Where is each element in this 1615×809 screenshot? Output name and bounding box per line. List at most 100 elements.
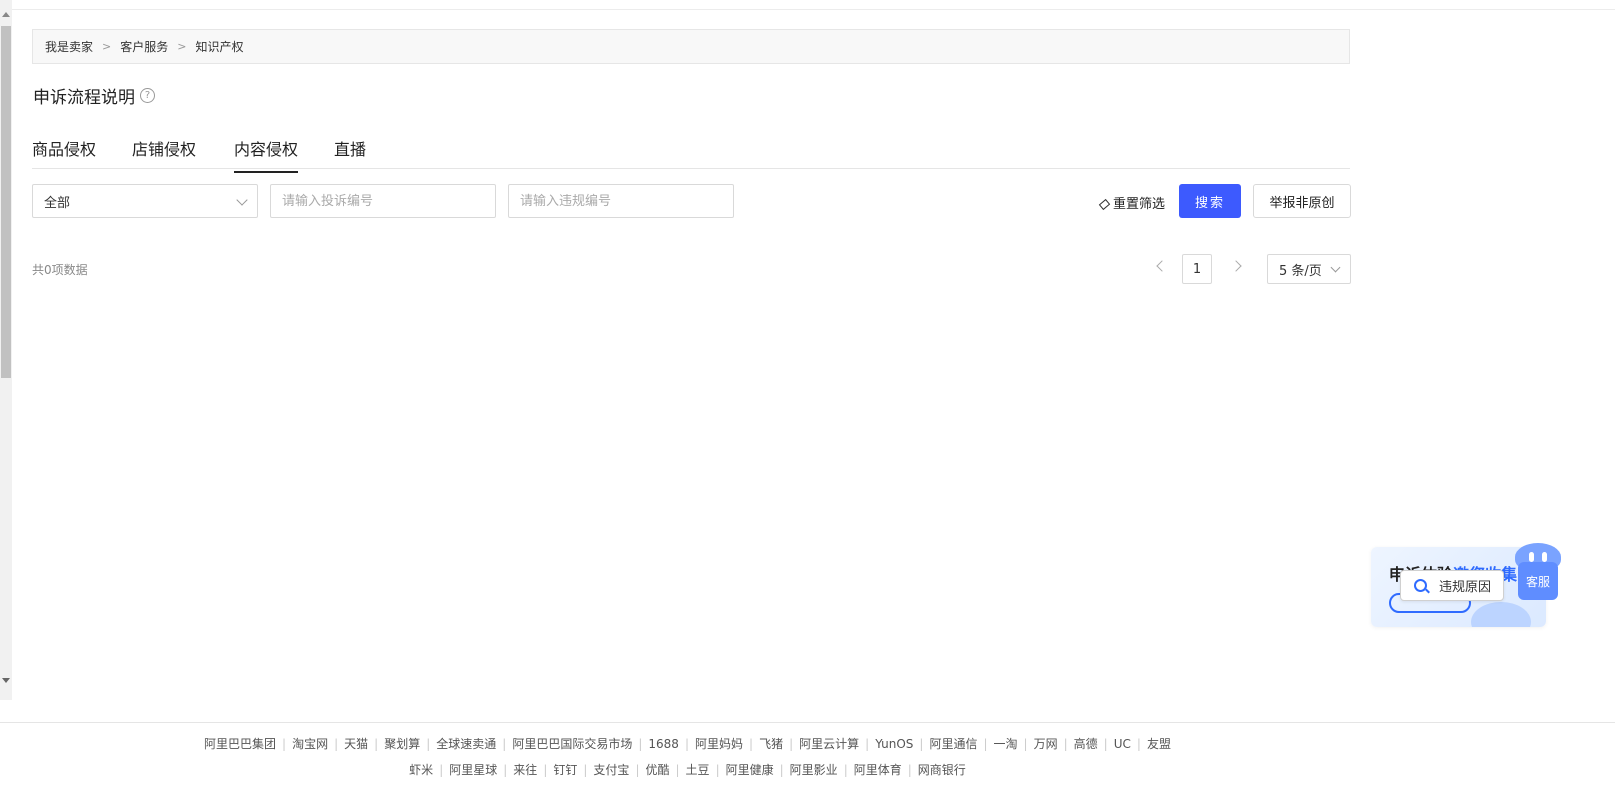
robot-eye [1529, 552, 1534, 562]
footer-link[interactable]: 阿里云计算 [799, 737, 859, 751]
footer-separator: | [983, 737, 988, 751]
footer-link[interactable]: 阿里影业 [790, 763, 838, 777]
footer-separator: | [684, 737, 689, 751]
breadcrumb-separator-icon: > [177, 40, 187, 53]
breadcrumb-item-customer-service[interactable]: 客户服务 [120, 38, 168, 55]
breadcrumb-item-ip: 知识产权 [195, 40, 244, 54]
reset-filter-button[interactable]: 重置筛选 [1098, 193, 1166, 212]
eraser-icon [1098, 198, 1111, 210]
footer-link[interactable]: 全球速卖通 [436, 737, 496, 751]
footer-link[interactable]: 万网 [1034, 737, 1058, 751]
tab-content-infringement[interactable]: 内容侵权 [234, 136, 299, 173]
footer-link[interactable]: 网商银行 [918, 763, 966, 777]
category-select[interactable]: 全部 [32, 184, 258, 218]
footer-link[interactable]: 高德 [1074, 737, 1098, 751]
tab-live-stream[interactable]: 直播 [334, 136, 366, 171]
scroll-up-icon[interactable] [2, 12, 10, 17]
decorative-blob [1471, 602, 1531, 627]
footer-separator: | [789, 737, 794, 751]
tab-bar: 商品侵权 店铺侵权 内容侵权 直播 [32, 130, 1350, 173]
footer-separator: | [543, 763, 548, 777]
footer-separator: | [374, 737, 379, 751]
reset-filter-label: 重置筛选 [1113, 197, 1166, 212]
page-size-value: 5 条/页 [1279, 263, 1322, 279]
customer-service-button[interactable]: 客服 [1518, 562, 1558, 600]
footer-link[interactable]: 来往 [513, 763, 537, 777]
footer-link[interactable]: 虾米 [409, 763, 433, 777]
chevron-left-icon[interactable] [1156, 260, 1168, 272]
footer-separator: | [583, 763, 588, 777]
footer-separator: | [1103, 737, 1108, 751]
footer-link[interactable]: 阿里巴巴国际交易市场 [512, 737, 632, 751]
vertical-scrollbar[interactable] [0, 0, 12, 700]
footer-link[interactable]: 淘宝网 [292, 737, 328, 751]
search-icon [1414, 579, 1427, 592]
footer-separator: | [1136, 737, 1141, 751]
page-title-row: 申诉流程说明 ? [33, 83, 155, 108]
violation-reason-label: 违规原因 [1439, 580, 1492, 595]
scrollbar-thumb[interactable] [1, 26, 11, 378]
footer-links-row-1: 阿里巴巴集团 | 淘宝网 | 天猫 | 聚划算 | 全球速卖通 | 阿里巴巴国际交易市场 | 1688 |… [0, 735, 1375, 752]
footer-separator: | [638, 737, 643, 751]
footer-separator: | [779, 763, 784, 777]
scroll-down-icon[interactable] [2, 678, 10, 683]
tab-product-infringement[interactable]: 商品侵权 [32, 136, 96, 171]
category-select-value: 全部 [44, 195, 71, 211]
footer-separator: | [334, 737, 339, 751]
footer-separator: | [715, 763, 720, 777]
footer-separator: | [843, 763, 848, 777]
page-number-button[interactable]: 1 [1182, 254, 1212, 284]
footer-separator: | [907, 763, 912, 777]
breadcrumb-item-seller[interactable]: 我是卖家 [45, 38, 93, 55]
footer-separator: | [426, 737, 431, 751]
footer-separator: | [439, 763, 444, 777]
footer-link[interactable]: 钉钉 [553, 763, 577, 777]
footer-link[interactable]: 阿里妈妈 [695, 737, 743, 751]
footer-link[interactable]: 阿里通信 [929, 737, 977, 751]
footer-separator: | [919, 737, 924, 751]
footer-link[interactable]: 一淘 [994, 737, 1018, 751]
chevron-down-icon [236, 194, 248, 206]
footer-link[interactable]: 支付宝 [593, 763, 629, 777]
footer-divider [0, 722, 1615, 723]
footer-link[interactable]: 聚划算 [384, 737, 420, 751]
footer-link[interactable]: 阿里巴巴集团 [204, 737, 276, 751]
page-title: 申诉流程说明 [33, 88, 135, 108]
top-divider [12, 9, 1615, 10]
footer-separator: | [1063, 737, 1068, 751]
search-button[interactable]: 搜索 [1179, 184, 1241, 218]
breadcrumb: 我是卖家 > 客户服务 > 知识产权 [32, 29, 1350, 64]
tab-store-infringement[interactable]: 店铺侵权 [132, 136, 196, 171]
violation-number-input[interactable] [508, 184, 734, 218]
footer-link[interactable]: 天猫 [344, 737, 368, 751]
footer-link[interactable]: 阿里星球 [449, 763, 497, 777]
page-size-select[interactable]: 5 条/页 [1267, 254, 1351, 284]
footer-link[interactable]: 优酷 [645, 763, 669, 777]
footer-links-row-2: 虾米 | 阿里星球 | 来往 | 钉钉 | 支付宝 | 优酷 | 土豆 | 阿里健康 | 阿里影业 | 阿里体育 | 网… [0, 761, 1375, 778]
footer-link[interactable]: 阿里体育 [854, 763, 902, 777]
breadcrumb-separator-icon: > [102, 40, 112, 53]
footer-separator: | [1023, 737, 1028, 751]
footer-separator: | [749, 737, 754, 751]
footer-link[interactable]: 1688 [648, 737, 679, 751]
footer-link[interactable]: YunOS [875, 737, 913, 751]
total-count: 共0项数据 [32, 263, 88, 277]
chevron-right-icon[interactable] [1230, 260, 1242, 272]
help-icon[interactable]: ? [140, 88, 155, 103]
report-non-original-button[interactable]: 举报非原创 [1253, 184, 1351, 218]
complaint-number-input[interactable] [270, 184, 496, 218]
footer-link[interactable]: UC [1114, 737, 1131, 751]
violation-reason-search-button[interactable]: 违规原因 [1400, 570, 1504, 601]
footer-link[interactable]: 飞猪 [759, 737, 783, 751]
footer-separator: | [503, 763, 508, 777]
footer-separator: | [502, 737, 507, 751]
footer-link[interactable]: 阿里健康 [726, 763, 774, 777]
footer-separator: | [675, 763, 680, 777]
footer-link[interactable]: 友盟 [1147, 737, 1171, 751]
chevron-down-icon [1330, 262, 1341, 273]
robot-eye [1542, 552, 1547, 562]
footer-separator: | [282, 737, 287, 751]
footer-separator: | [865, 737, 870, 751]
footer-separator: | [635, 763, 640, 777]
footer-link[interactable]: 土豆 [686, 763, 710, 777]
